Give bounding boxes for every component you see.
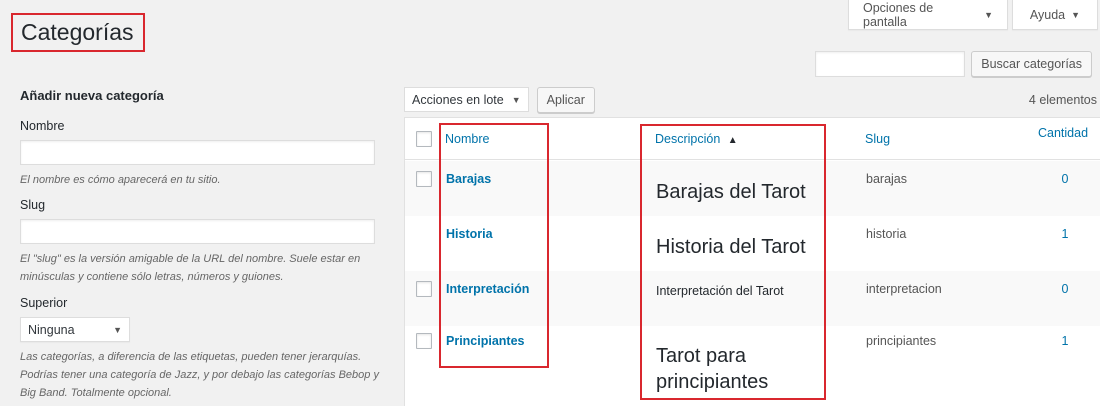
row-checkbox[interactable] [416, 171, 432, 187]
column-slug-header[interactable]: Slug [865, 132, 890, 146]
category-name-link[interactable]: Interpretación [446, 282, 529, 296]
table-row: Interpretación Interpretación del Tarot … [405, 271, 1100, 326]
slug-input[interactable] [20, 219, 375, 244]
column-name-header[interactable]: Nombre [445, 132, 489, 146]
help-button[interactable]: Ayuda ▼ [1012, 0, 1098, 30]
category-description: Historia del Tarot [656, 236, 806, 258]
column-description-header[interactable]: Descripción ▲ [655, 132, 738, 146]
search-button[interactable]: Buscar categorías [971, 51, 1092, 77]
category-description-line-1: Tarot para [656, 345, 747, 367]
row-checkbox[interactable] [416, 333, 432, 349]
category-count-link[interactable]: 1 [1050, 334, 1080, 348]
sort-ascending-icon: ▲ [727, 135, 738, 146]
bulk-actions-select[interactable]: Acciones en lote ▼ [404, 87, 529, 112]
apply-button[interactable]: Aplicar [536, 87, 595, 113]
name-input[interactable] [20, 140, 375, 165]
page-title: Categorías [21, 19, 134, 45]
category-slug: historia [866, 227, 907, 241]
chevron-down-icon: ▼ [1071, 9, 1081, 20]
name-label: Nombre [20, 119, 65, 133]
category-slug: interpretacion [866, 282, 942, 296]
select-all-checkbox[interactable] [416, 131, 432, 147]
name-description: El nombre es cómo aparecerá en tu sitio. [20, 174, 221, 186]
parent-label: Superior [20, 296, 68, 310]
category-name-link[interactable]: Barajas [446, 172, 491, 186]
category-description: Barajas del Tarot [656, 181, 806, 203]
category-slug: barajas [866, 172, 907, 186]
chevron-down-icon: ▼ [511, 94, 521, 105]
category-description: Interpretación del Tarot [656, 284, 784, 298]
help-label: Ayuda [1029, 7, 1066, 22]
screen-options-button[interactable]: Opciones de pantalla ▼ [848, 0, 1008, 30]
parent-select-value: Ninguna [28, 322, 75, 337]
table-nav: Acciones en lote ▼ Aplicar 4 elementos [404, 87, 1097, 114]
category-count-link[interactable]: 1 [1050, 227, 1080, 241]
screen-meta-links: Opciones de pantalla ▼ Ayuda ▼ [848, 0, 1100, 30]
search-input[interactable] [815, 51, 966, 77]
category-name-link[interactable]: Principiantes [446, 334, 525, 348]
screen-options-label: Opciones de pantalla [863, 0, 934, 29]
items-count: 4 elementos [1028, 93, 1097, 107]
category-count-link[interactable]: 0 [1050, 172, 1080, 186]
page-title-highlight: Categorías [11, 13, 145, 52]
parent-description: Las categorías, a diferencia de las etiq… [20, 351, 379, 399]
chevron-down-icon: ▼ [984, 9, 993, 20]
table-row: Principiantes Tarot para principiantes p… [405, 326, 1100, 406]
row-checkbox[interactable] [416, 281, 432, 297]
table-header: Nombre Descripción ▲ Slug Cantidad [405, 118, 1100, 160]
add-category-form: Añadir nueva categoría Nombre El nombre … [20, 88, 385, 402]
column-count-header[interactable]: Cantidad [1038, 126, 1088, 140]
bulk-actions: Acciones en lote ▼ Aplicar [404, 87, 595, 113]
category-slug: principiantes [866, 334, 937, 348]
bulk-actions-label: Acciones en lote [412, 92, 504, 107]
parent-select[interactable]: Ninguna ▼ [20, 317, 130, 342]
column-description-label: Descripción [655, 132, 721, 146]
category-description-line-2: principiantes [656, 371, 769, 393]
chevron-down-icon: ▼ [113, 324, 122, 335]
category-count-link[interactable]: 0 [1050, 282, 1080, 296]
search-box: Buscar categorías [815, 51, 1092, 77]
category-name-link[interactable]: Historia [446, 227, 493, 241]
categories-table: Nombre Descripción ▲ Slug Cantidad Baraj… [404, 117, 1100, 406]
table-row: Historia Historia del Tarot historia 1 [405, 216, 1100, 271]
slug-label: Slug [20, 198, 46, 212]
table-row: Barajas Barajas del Tarot barajas 0 [405, 161, 1100, 216]
form-heading: Añadir nueva categoría [20, 88, 164, 103]
slug-description: El "slug" es la versión amigable de la U… [20, 253, 361, 283]
